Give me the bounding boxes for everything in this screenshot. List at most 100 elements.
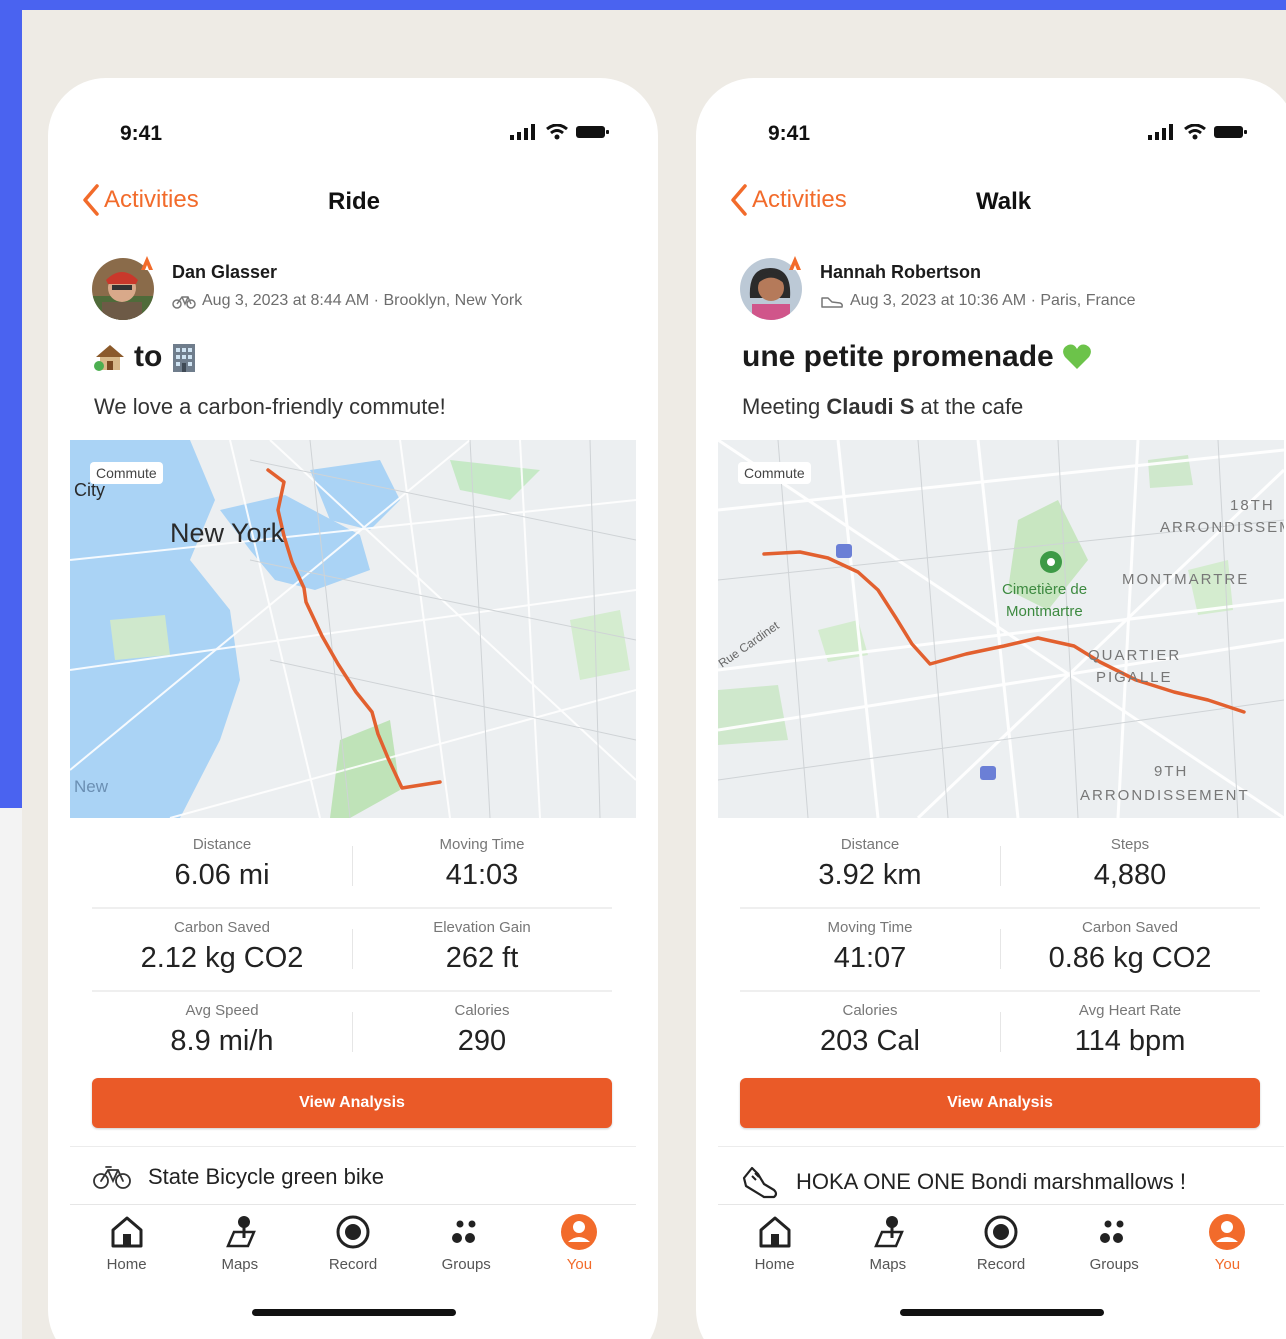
mentioned-athlete[interactable]: Claudi S xyxy=(826,394,914,419)
chevron-left-icon xyxy=(83,184,99,216)
commute-tag: Commute xyxy=(738,462,811,484)
map-pin-icon xyxy=(225,1216,256,1248)
map-label-montmartre: MONTMARTRE xyxy=(1122,571,1249,588)
stat-moving-time: Moving Time 41:03 xyxy=(439,836,525,891)
map-label-9th: 9TH xyxy=(1154,763,1188,780)
divider xyxy=(718,1146,1284,1147)
stat-avg-speed: Avg Speed 8.9 mi/h xyxy=(170,1002,274,1057)
activity-title: une petite promenade xyxy=(742,340,1092,374)
page-title: Ride xyxy=(328,188,381,215)
tab-you[interactable]: You xyxy=(1171,1212,1284,1282)
profile-icon xyxy=(1209,1214,1246,1250)
route-map[interactable]: 18TH ARRONDISSEMENT Cimetière de Montmar… xyxy=(718,440,1284,818)
groups-icon xyxy=(1100,1220,1124,1243)
office-building-icon xyxy=(173,344,196,372)
tab-groups[interactable]: Groups xyxy=(410,1212,523,1282)
stat-distance: Distance 6.06 mi xyxy=(174,836,270,891)
back-button[interactable]: Activities xyxy=(82,184,199,216)
author-name[interactable]: Dan Glasser xyxy=(172,262,277,283)
battery-icon xyxy=(1214,126,1247,138)
map-label-pigalle: PIGALLE xyxy=(1096,669,1173,686)
strava-badge-icon xyxy=(141,256,153,270)
author-header: Dan Glasser Aug 3, 2023 at 8:44 AM · Bro… xyxy=(92,256,638,324)
phone-ride-activity: 9:41 Activities Ride Dan Glasser Aug 3, … xyxy=(48,78,658,1339)
background-blue-band xyxy=(0,0,1286,10)
stat-avg-heart-rate: Avg Heart Rate 114 bpm xyxy=(1074,1002,1186,1057)
activity-meta: Aug 3, 2023 at 10:36 AM · Paris, France xyxy=(850,292,1136,309)
divider xyxy=(70,1204,636,1205)
stat-distance: Distance 3.92 km xyxy=(818,836,922,891)
tab-groups[interactable]: Groups xyxy=(1058,1212,1171,1282)
commute-tag: Commute xyxy=(90,462,163,484)
map-label-arrondissement-18: ARRONDISSEMENT xyxy=(1160,519,1284,536)
stats-row: Calories 203 Cal Avg Heart Rate 114 bpm xyxy=(740,992,1260,1075)
home-indicator xyxy=(252,1309,456,1316)
activity-meta: Aug 3, 2023 at 8:44 AM · Brooklyn, New Y… xyxy=(202,292,523,309)
author-name[interactable]: Hannah Robertson xyxy=(820,262,981,283)
shoe-icon xyxy=(821,297,843,308)
background-blue-side xyxy=(0,0,22,808)
background-left-strip xyxy=(0,808,22,1339)
bike-icon xyxy=(172,296,196,309)
stat-elevation-gain: Elevation Gain 262 ft xyxy=(433,919,531,974)
author-header: Hannah Robertson Aug 3, 2023 at 10:36 AM… xyxy=(740,256,1276,324)
stat-carbon-saved: Carbon Saved 2.12 kg CO2 xyxy=(140,919,304,974)
activity-title: to xyxy=(94,340,198,374)
gear-row[interactable]: State Bicycle green bike xyxy=(92,1164,384,1190)
divider xyxy=(718,1204,1284,1205)
home-indicator xyxy=(900,1309,1104,1316)
activity-description: We love a carbon-friendly commute! xyxy=(94,394,446,419)
tab-maps[interactable]: Maps xyxy=(831,1212,944,1282)
home-icon xyxy=(111,1216,143,1248)
stat-calories: Calories 290 xyxy=(454,1002,510,1057)
stats-grid: Distance 3.92 km Steps 4,880 Moving Time 41… xyxy=(740,826,1260,1075)
stats-row: Distance 6.06 mi Moving Time 41:03 xyxy=(92,826,612,909)
profile-icon xyxy=(561,1214,598,1250)
navigation-bar: Activities Walk xyxy=(696,178,1286,222)
tab-you[interactable]: You xyxy=(523,1212,636,1282)
stats-row: Distance 3.92 km Steps 4,880 xyxy=(740,826,1260,909)
tab-home[interactable]: Home xyxy=(718,1212,831,1282)
tab-record[interactable]: Record xyxy=(296,1212,409,1282)
back-label: Activities xyxy=(752,186,847,213)
cellular-signal-icon xyxy=(1148,124,1173,140)
bike-icon xyxy=(93,1166,131,1189)
chevron-left-icon xyxy=(731,184,747,216)
stat-steps: Steps 4,880 xyxy=(1093,836,1167,891)
tab-maps[interactable]: Maps xyxy=(183,1212,296,1282)
map-label-quartier: QUARTIER xyxy=(1088,647,1181,664)
wifi-icon xyxy=(546,124,568,140)
view-analysis-button[interactable]: View Analysis xyxy=(92,1078,612,1128)
view-analysis-button[interactable]: View Analysis xyxy=(740,1078,1260,1128)
gear-name: HOKA ONE ONE Bondi marshmallows ! xyxy=(796,1169,1187,1194)
tab-record[interactable]: Record xyxy=(944,1212,1057,1282)
map-label-18th: 18TH xyxy=(1230,497,1275,514)
battery-icon xyxy=(576,126,609,138)
map-pin-icon xyxy=(873,1216,904,1248)
map-label-city: New York xyxy=(170,518,285,548)
page-title: Walk xyxy=(976,188,1032,215)
stat-moving-time: Moving Time 41:07 xyxy=(827,919,913,974)
tab-home[interactable]: Home xyxy=(70,1212,183,1282)
groups-icon xyxy=(452,1220,476,1243)
navigation-bar: Activities Ride xyxy=(48,178,658,222)
status-time: 9:41 xyxy=(120,122,163,145)
stats-row: Carbon Saved 2.12 kg CO2 Elevation Gain 26… xyxy=(92,909,612,992)
activity-title-text: to xyxy=(134,340,163,373)
status-bar: 9:41 xyxy=(120,118,610,148)
tab-bar: Home Maps Record Groups You xyxy=(718,1212,1284,1282)
phone-walk-activity: 9:41 Activities Walk Hannah Robertson Au… xyxy=(696,78,1286,1339)
stat-calories: Calories 203 Cal xyxy=(820,1002,920,1057)
route-map[interactable]: New York City New Commute xyxy=(70,440,636,818)
gear-name: State Bicycle green bike xyxy=(148,1164,385,1189)
map-label-cemetery: Cimetière de xyxy=(1002,581,1087,598)
shoe-icon xyxy=(742,1166,778,1199)
home-icon xyxy=(759,1216,791,1248)
back-button[interactable]: Activities xyxy=(730,184,847,216)
divider xyxy=(70,1146,636,1147)
gear-row[interactable]: HOKA ONE ONE Bondi marshmallows ! xyxy=(740,1164,1186,1200)
strava-badge-icon xyxy=(789,256,801,270)
map-label-water: New xyxy=(74,777,109,796)
back-label: Activities xyxy=(104,186,199,213)
status-bar: 9:41 xyxy=(768,118,1248,148)
